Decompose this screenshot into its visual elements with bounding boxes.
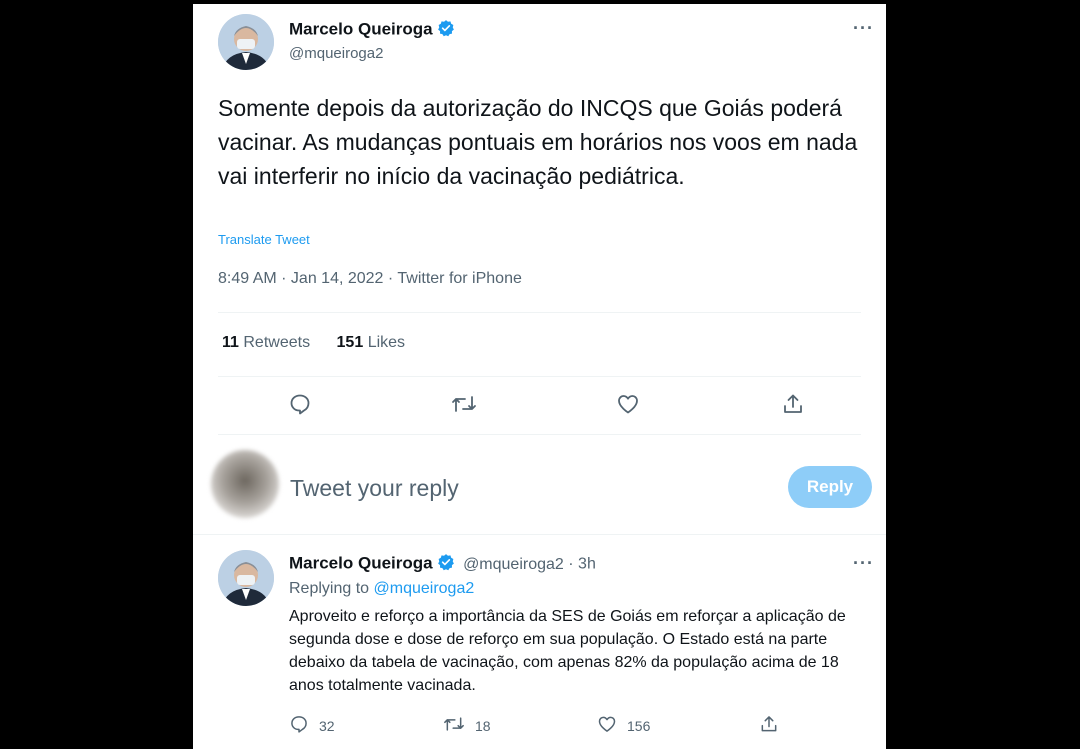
reply-input[interactable]: Tweet your reply: [290, 475, 459, 502]
tweet-card: Marcelo Queiroga @mqueiroga2 ··· Somente…: [193, 4, 886, 749]
author-name-row: Marcelo Queiroga: [289, 19, 455, 42]
divider: [218, 434, 861, 435]
verified-badge-icon: [437, 553, 455, 576]
reply-button[interactable]: Reply: [788, 466, 872, 508]
like-icon: [597, 714, 617, 737]
reply-age[interactable]: · 3h: [568, 556, 596, 573]
reply-icon[interactable]: [288, 392, 312, 416]
retweets-count: 11: [222, 334, 239, 351]
engagement-stats: 11 Retweets 151 Likes: [222, 334, 405, 352]
like-count: 156: [627, 717, 651, 734]
like-action[interactable]: 156: [597, 714, 650, 737]
reply-text: Aproveito e reforço a importância da SES…: [289, 608, 846, 694]
more-icon[interactable]: ···: [853, 553, 874, 574]
reply-author-avatar[interactable]: [218, 550, 274, 606]
tweet-text: Somente depois da autorização do INCQS q…: [218, 95, 858, 189]
translate-tweet-link[interactable]: Translate Tweet: [218, 232, 310, 247]
reply-action[interactable]: 32: [289, 714, 335, 737]
retweets-stat[interactable]: 11 Retweets: [222, 334, 310, 351]
likes-label: Likes: [367, 334, 406, 351]
composer-avatar-blurred: [211, 450, 279, 518]
share-icon[interactable]: [781, 392, 805, 416]
reply-count: 32: [319, 717, 335, 734]
likes-stat[interactable]: 151 Likes: [337, 334, 406, 351]
replying-to-handle[interactable]: @mqueiroga2: [374, 580, 475, 597]
share-icon[interactable]: [759, 714, 779, 734]
author-avatar[interactable]: [218, 14, 274, 70]
verified-badge-icon: [437, 19, 455, 42]
retweet-action[interactable]: 18: [443, 714, 491, 737]
retweet-icon[interactable]: [451, 392, 477, 416]
retweets-label: Retweets: [243, 334, 311, 351]
replying-to-line: Replying to @mqueiroga2: [289, 580, 474, 598]
divider: [193, 534, 886, 535]
reply-author-handle[interactable]: @mqueiroga2: [463, 556, 564, 573]
more-icon[interactable]: ···: [853, 18, 874, 39]
author-handle[interactable]: @mqueiroga2: [289, 45, 383, 62]
divider: [218, 312, 861, 313]
reply-icon: [289, 714, 309, 737]
retweet-count: 18: [475, 717, 491, 734]
tweet-timestamp[interactable]: 8:49 AM · Jan 14, 2022 · Twitter for iPh…: [218, 270, 522, 288]
likes-count: 151: [336, 334, 364, 351]
replying-to-prefix: Replying to: [289, 580, 370, 597]
author-name[interactable]: Marcelo Queiroga: [289, 20, 433, 39]
retweet-icon: [443, 714, 465, 737]
reply-author-row: Marcelo Queiroga @mqueiroga2 · 3h: [289, 553, 596, 576]
like-icon[interactable]: [616, 392, 640, 416]
divider: [218, 376, 861, 377]
reply-author-name[interactable]: Marcelo Queiroga: [289, 554, 433, 573]
